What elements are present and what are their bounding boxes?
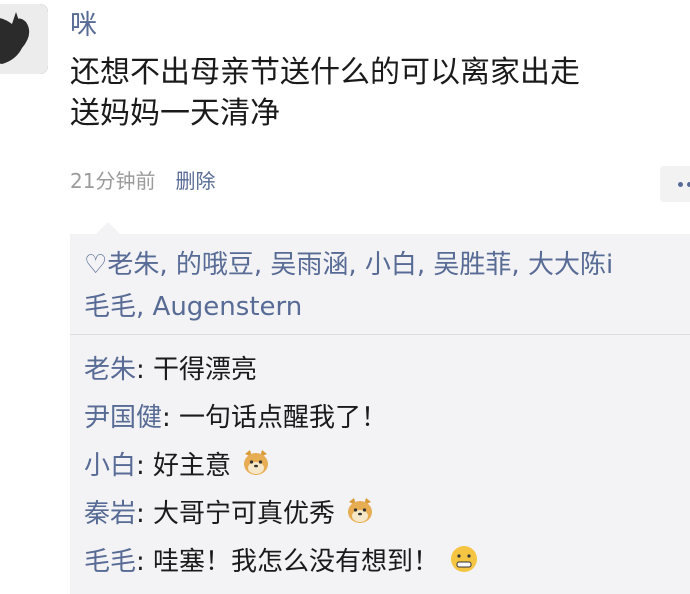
comment-item[interactable]: 老朱: 干得漂亮 xyxy=(84,346,690,394)
comment-text: : 干得漂亮 xyxy=(136,355,258,385)
grimace-emoji-icon xyxy=(451,546,478,572)
comment-item[interactable]: 秦岩: 大哥宁可真优秀 xyxy=(84,490,690,538)
likes-line: 毛毛, Augenstern xyxy=(84,286,690,328)
likes-names[interactable]: 老朱, 的哦豆, 吴雨涵, 小白, 吴胜菲, 大大陈i xyxy=(107,250,613,280)
comment-item[interactable]: 尹国健: 一句话点醒我了！ xyxy=(84,394,690,442)
heart-icon: ♡ xyxy=(84,250,108,280)
doge-emoji-icon xyxy=(348,498,373,523)
doge-emoji-icon xyxy=(244,450,269,475)
comment-author[interactable]: 秦岩 xyxy=(84,499,136,529)
more-dots-icon xyxy=(678,182,683,187)
post-text-line: 送妈妈一天清净 xyxy=(70,96,280,131)
comment-author[interactable]: 老朱 xyxy=(84,355,136,385)
avatar[interactable] xyxy=(0,4,48,74)
interaction-panel: ♡老朱, 的哦豆, 吴雨涵, 小白, 吴胜菲, 大大陈i 毛毛, Augenst… xyxy=(70,222,690,594)
comment-text: : 一句话点醒我了！ xyxy=(162,403,388,433)
comment-item[interactable]: 小白: 好主意 xyxy=(84,442,690,490)
comments-list: 老朱: 干得漂亮 尹国健: 一句话点醒我了！ 小白: 好主意 秦岩: 大哥宁可真… xyxy=(84,346,690,586)
divider xyxy=(70,334,690,335)
comment-text: : 哇塞！我怎么没有想到！ xyxy=(136,547,440,577)
comment-author[interactable]: 毛毛 xyxy=(84,547,136,577)
likes-line: ♡老朱, 的哦豆, 吴雨涵, 小白, 吴胜菲, 大大陈i xyxy=(84,244,690,286)
post-username[interactable]: 咪 xyxy=(70,8,97,44)
comment-item[interactable]: 毛毛: 哇塞！我怎么没有想到！ xyxy=(84,538,690,586)
likes-names[interactable]: 毛毛, Augenstern xyxy=(84,292,302,322)
post-meta: 21分钟前 删除 xyxy=(70,166,215,196)
post-text: 还想不出母亲节送什么的可以离家出走 送妈妈一天清净 xyxy=(70,52,680,134)
likes-list: ♡老朱, 的哦豆, 吴雨涵, 小白, 吴胜菲, 大大陈i 毛毛, Augenst… xyxy=(84,244,690,328)
comment-text: : 大哥宁可真优秀 xyxy=(136,499,336,529)
delete-link[interactable]: 删除 xyxy=(175,169,215,193)
post-text-line: 还想不出母亲节送什么的可以离家出走 xyxy=(70,55,580,90)
comment-author[interactable]: 尹国健 xyxy=(84,403,162,433)
comment-text: : 好主意 xyxy=(136,451,232,481)
post-time: 21分钟前 xyxy=(70,169,156,193)
bat-avatar-icon xyxy=(0,4,48,74)
comment-author[interactable]: 小白 xyxy=(84,451,136,481)
more-actions-button[interactable] xyxy=(660,166,690,202)
